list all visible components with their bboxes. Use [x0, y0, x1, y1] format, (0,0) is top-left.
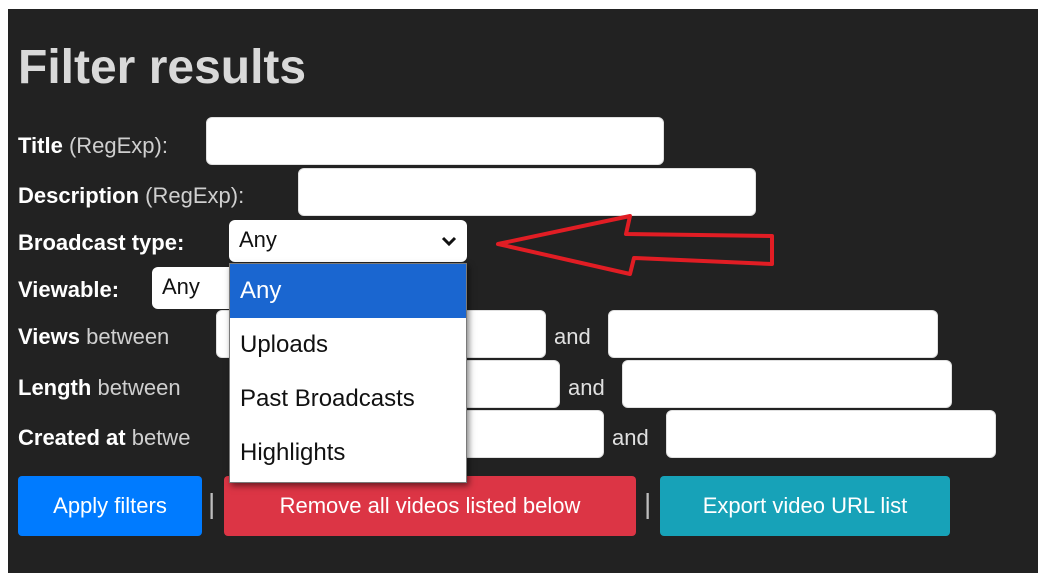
description-input[interactable] [298, 168, 756, 216]
title-hint: (RegExp): [68, 133, 168, 158]
broadcast-type-select[interactable]: Any [229, 220, 467, 262]
created-at-between: betwe [131, 425, 191, 450]
length-label: Length between [18, 372, 181, 404]
broadcast-type-value: Any [239, 227, 277, 252]
broadcast-type-dropdown: Any Uploads Past Broadcasts Highlights [229, 263, 467, 483]
broadcast-option-uploads[interactable]: Uploads [230, 318, 466, 372]
broadcast-type-label-strong: Broadcast type: [18, 230, 185, 255]
remove-all-videos-button[interactable]: Remove all videos listed below [224, 476, 636, 536]
created-at-and-label: and [612, 425, 649, 450]
viewable-label: Viewable: [18, 274, 119, 306]
button-separator: | [644, 488, 652, 519]
length-label-strong: Length [18, 375, 92, 400]
page-title: Filter results [18, 41, 307, 94]
views-and-label: and [554, 324, 591, 349]
broadcast-option-any[interactable]: Any [230, 264, 466, 318]
title-label: Title (RegExp): [18, 130, 168, 162]
length-and-label: and [568, 375, 605, 400]
description-hint: (RegExp): [145, 183, 245, 208]
annotation-arrow-icon [496, 214, 774, 276]
description-label: Description (RegExp): [18, 180, 244, 212]
viewable-label-strong: Viewable: [18, 277, 120, 302]
views-label: Views between [18, 321, 169, 353]
chevron-down-icon [441, 220, 457, 260]
length-max-input[interactable] [622, 360, 952, 408]
views-between: between [86, 324, 170, 349]
views-label-strong: Views [18, 324, 80, 349]
broadcast-option-past-broadcasts[interactable]: Past Broadcasts [230, 372, 466, 426]
button-separator: | [208, 488, 216, 519]
apply-filters-button[interactable]: Apply filters [18, 476, 202, 536]
broadcast-type-label: Broadcast type: [18, 227, 184, 259]
title-label-strong: Title [18, 133, 63, 158]
broadcast-option-highlights[interactable]: Highlights [230, 426, 466, 480]
created-at-label-strong: Created at [18, 425, 126, 450]
title-input[interactable] [206, 117, 664, 165]
views-max-input[interactable] [608, 310, 938, 358]
created-at-max-input[interactable] [666, 410, 996, 458]
length-between: between [97, 375, 181, 400]
created-at-label: Created at betwe [18, 422, 190, 454]
description-label-strong: Description [18, 183, 140, 208]
export-url-list-button[interactable]: Export video URL list [660, 476, 950, 536]
viewable-value: Any [162, 274, 200, 299]
